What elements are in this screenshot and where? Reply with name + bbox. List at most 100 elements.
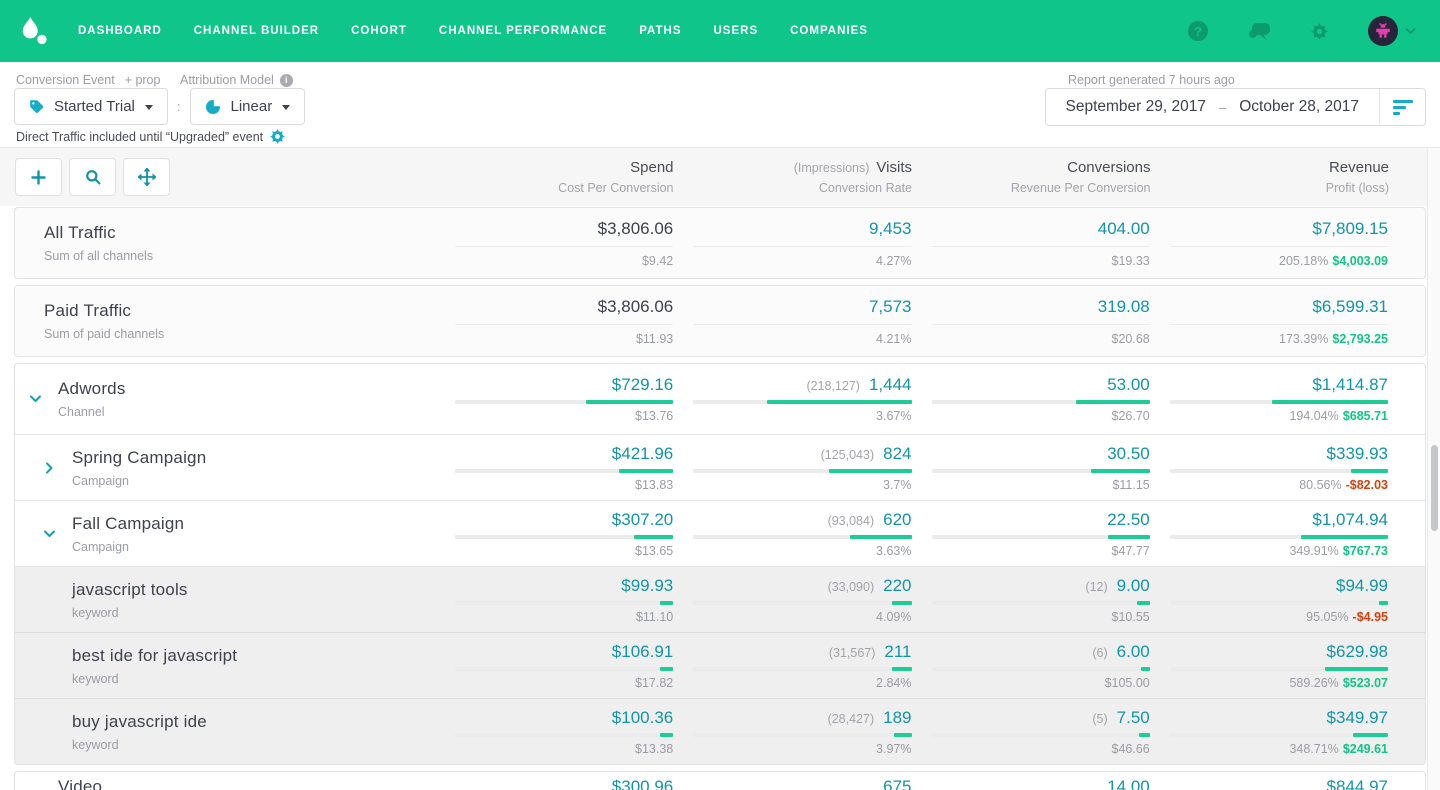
conversions-value[interactable]: 404.00 <box>1098 219 1150 239</box>
spend-value[interactable]: $99.93 <box>621 576 673 596</box>
attribution-model-dropdown[interactable]: Linear <box>190 88 306 125</box>
help-icon[interactable]: ? <box>1188 21 1208 41</box>
value-bar-fill <box>1325 667 1388 671</box>
brand-logo[interactable] <box>20 15 48 47</box>
info-icon[interactable]: i <box>280 74 293 87</box>
revenue-value[interactable]: $1,414.87 <box>1312 375 1388 395</box>
value-bar-track <box>1170 601 1388 605</box>
filter-options-button[interactable] <box>1379 89 1425 125</box>
revenue-value[interactable]: $844.97 <box>1327 777 1388 790</box>
scrollbar-thumb[interactable] <box>1431 445 1438 531</box>
add-prop-link[interactable]: + prop <box>125 73 161 87</box>
revenue-value[interactable]: $6,599.31 <box>1312 297 1388 317</box>
row-card: Paid TrafficSum of paid channels$3,806.0… <box>14 285 1426 357</box>
impressions-count: (6) <box>1092 646 1107 660</box>
nav-item-channel-performance[interactable]: CHANNEL PERFORMANCE <box>439 25 607 37</box>
revenue-value[interactable]: $94.99 <box>1336 576 1388 596</box>
visits-value[interactable]: 211 <box>884 642 911 662</box>
value-bar-track <box>693 324 911 325</box>
column-header-revenue[interactable]: RevenueProfit (loss) <box>1151 159 1390 195</box>
spend-value[interactable]: $106.91 <box>612 642 673 662</box>
table-row[interactable]: Spring CampaignCampaign$421.96$13.83(125… <box>15 434 1425 500</box>
spend-value[interactable]: $307.20 <box>612 510 673 530</box>
conversions-value[interactable]: 30.50 <box>1107 444 1150 464</box>
value-bar-fill <box>894 733 911 737</box>
value-bar-track <box>455 324 673 325</box>
visits-value[interactable]: 824 <box>883 444 911 464</box>
visits-value[interactable]: 7,573 <box>869 297 912 317</box>
value-bar-fill <box>586 400 673 404</box>
impressions-count: (218,127) <box>806 379 860 393</box>
revenue-value[interactable]: $339.93 <box>1327 444 1388 464</box>
value-bar-track <box>1170 535 1388 539</box>
visits-subvalue: 4.21% <box>876 332 911 346</box>
search-button[interactable] <box>69 158 116 196</box>
nav-item-cohort[interactable]: COHORT <box>351 25 407 37</box>
revenue-value[interactable]: $349.97 <box>1327 708 1388 728</box>
spend-value[interactable]: $300.96 <box>612 777 673 790</box>
value-bar-fill <box>1141 667 1150 671</box>
column-header-spend[interactable]: SpendCost Per Conversion <box>435 159 674 195</box>
visits-value[interactable]: 220 <box>883 576 911 596</box>
column-header-visits[interactable]: (Impressions)VisitsConversion Rate <box>674 159 913 195</box>
row-title: Spring Campaign <box>72 448 435 468</box>
conversions-subvalue: $105.00 <box>1105 676 1150 690</box>
nav-item-dashboard[interactable]: DASHBOARD <box>78 25 162 37</box>
user-menu[interactable] <box>1368 16 1416 46</box>
row-subtitle: Sum of all channels <box>44 249 435 263</box>
revenue-value[interactable]: $629.98 <box>1327 642 1388 662</box>
impressions-count: (5) <box>1092 712 1107 726</box>
conversions-value[interactable]: 22.50 <box>1107 510 1150 530</box>
table-row[interactable]: buy javascript idekeyword$100.36$13.38(2… <box>15 698 1425 764</box>
conversion-event-dropdown[interactable]: Started Trial <box>14 88 168 125</box>
conversions-value[interactable]: 14.00 <box>1107 777 1150 790</box>
chevron-down-icon[interactable] <box>43 527 56 540</box>
table-row[interactable]: Fall CampaignCampaign$307.20$13.65(93,08… <box>15 500 1425 566</box>
visits-value[interactable]: 9,453 <box>869 219 912 239</box>
chevron-right-icon[interactable] <box>43 461 56 474</box>
visits-value[interactable]: 675 <box>883 777 911 790</box>
table-row[interactable]: Paid TrafficSum of paid channels$3,806.0… <box>15 286 1425 356</box>
avatar[interactable] <box>1368 16 1398 46</box>
conversions-value[interactable]: 9.00 <box>1117 576 1150 596</box>
column-header-conversions[interactable]: ConversionsRevenue Per Conversion <box>912 159 1151 195</box>
table-row[interactable]: AdwordsChannel$729.16$13.76(218,127)1,44… <box>15 364 1425 434</box>
add-channel-button[interactable] <box>15 158 62 196</box>
conversions-value[interactable]: 319.08 <box>1098 297 1150 317</box>
conversions-value[interactable]: 6.00 <box>1117 642 1150 662</box>
table-row[interactable]: All Traffic Sum of all channels $3,806.06 $… <box>15 208 1425 278</box>
visits-cell: (125,043)8243.7% <box>673 444 911 492</box>
revenue-value[interactable]: $7,809.15 <box>1312 219 1388 239</box>
settings-gear-icon[interactable] <box>270 129 285 144</box>
spend-cell: $99.93$11.10 <box>435 576 673 624</box>
date-range-picker[interactable]: September 29, 2017 – October 28, 2017 <box>1045 88 1426 126</box>
spend-value[interactable]: $421.96 <box>612 444 673 464</box>
revenue-value[interactable]: $1,074.94 <box>1312 510 1388 530</box>
visits-cell: (93,084)6203.63% <box>673 510 911 558</box>
conversions-value[interactable]: 7.50 <box>1117 708 1150 728</box>
spend-value[interactable]: $729.16 <box>612 375 673 395</box>
visits-value[interactable]: 1,444 <box>869 375 912 395</box>
value-bar-fill <box>850 535 911 539</box>
nav-item-companies[interactable]: COMPANIES <box>790 25 868 37</box>
nav-item-paths[interactable]: PATHS <box>639 25 681 37</box>
conversions-cell: (5)7.50$46.66 <box>912 708 1150 756</box>
move-button[interactable] <box>123 158 170 196</box>
nav-item-channel-builder[interactable]: CHANNEL BUILDER <box>194 25 319 37</box>
table-row[interactable]: javascript toolskeyword$99.93$11.10(33,0… <box>15 566 1425 632</box>
visits-value[interactable]: 620 <box>883 510 911 530</box>
conversions-value[interactable]: 53.00 <box>1107 375 1150 395</box>
spend-value[interactable]: $100.36 <box>612 708 673 728</box>
spend-value[interactable]: $3,806.06 <box>598 219 674 239</box>
chevron-down-icon[interactable] <box>29 393 42 406</box>
gear-icon[interactable] <box>1311 23 1328 40</box>
table-row[interactable]: Video$300.9667514.00$844.97 <box>15 772 1425 790</box>
nav-item-users[interactable]: USERS <box>714 25 759 37</box>
revenue-cell: $1,074.94349.91%$767.73 <box>1150 510 1388 558</box>
spend-value[interactable]: $3,806.06 <box>598 297 674 317</box>
profit-percent: 194.04% <box>1289 409 1338 423</box>
table-row[interactable]: best ide for javascriptkeyword$106.91$17… <box>15 632 1425 698</box>
visits-value[interactable]: 189 <box>883 708 911 728</box>
row-title: All Traffic <box>44 223 435 243</box>
chat-icon[interactable] <box>1248 22 1271 41</box>
